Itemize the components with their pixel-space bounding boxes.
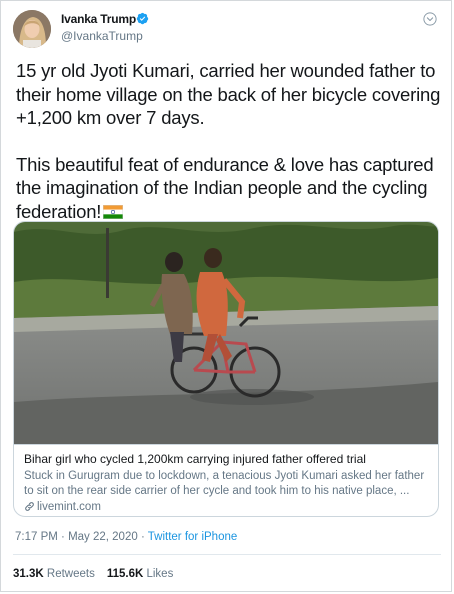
display-name[interactable]: Ivanka Trump xyxy=(61,12,136,26)
card-body[interactable]: Bihar girl who cycled 1,200km carrying i… xyxy=(14,444,438,516)
tweet-date[interactable]: May 22, 2020 xyxy=(68,531,138,543)
tweet-stats: 31.3K Retweets 115.6K Likes xyxy=(13,568,173,580)
tweet-paragraph-2: This beautiful feat of endurance & love … xyxy=(16,153,441,224)
card-description: Stuck in Gurugram due to lockdown, a ten… xyxy=(24,470,425,497)
likes-label[interactable]: Likes xyxy=(146,568,173,580)
tweet-source[interactable]: Twitter for iPhone xyxy=(148,531,237,543)
card-domain[interactable]: livemint.com xyxy=(24,500,428,515)
tweet-paragraph-2-text: This beautiful feat of endurance & love … xyxy=(16,153,434,222)
tweet-meta: 7:17 PM · May 22, 2020 · Twitter for iPh… xyxy=(15,531,237,543)
verified-badge-icon xyxy=(136,12,149,25)
card-image[interactable] xyxy=(14,222,438,444)
likes-stat[interactable]: 115.6K Likes xyxy=(107,568,174,580)
india-flag-emoji xyxy=(103,204,124,219)
card-domain-text[interactable]: livemint.com xyxy=(37,501,101,513)
divider xyxy=(13,554,441,555)
meta-separator-1: · xyxy=(57,531,69,543)
avatar[interactable] xyxy=(13,10,51,48)
tweet-card: Ivanka Trump @IvankaTrump 15 yr old Jyot… xyxy=(0,0,452,592)
tweet-time[interactable]: 7:17 PM xyxy=(15,531,58,543)
user-handle[interactable]: @IvankaTrump xyxy=(61,29,143,43)
retweets-stat[interactable]: 31.3K Retweets xyxy=(13,568,95,580)
tweet-paragraph-1: 15 yr old Jyoti Kumari, carried her woun… xyxy=(16,60,441,128)
link-preview-card[interactable]: Bihar girl who cycled 1,200km carrying i… xyxy=(13,221,439,517)
link-icon xyxy=(25,502,34,511)
retweets-count[interactable]: 31.3K xyxy=(13,568,44,580)
chevron-down-icon[interactable] xyxy=(423,12,437,26)
retweets-label[interactable]: Retweets xyxy=(47,568,95,580)
likes-count[interactable]: 115.6K xyxy=(107,568,143,580)
meta-separator-2: · xyxy=(137,531,148,543)
card-title[interactable]: Bihar girl who cycled 1,200km carrying i… xyxy=(24,452,428,467)
tweet-text: 15 yr old Jyoti Kumari, carried her woun… xyxy=(16,59,441,223)
